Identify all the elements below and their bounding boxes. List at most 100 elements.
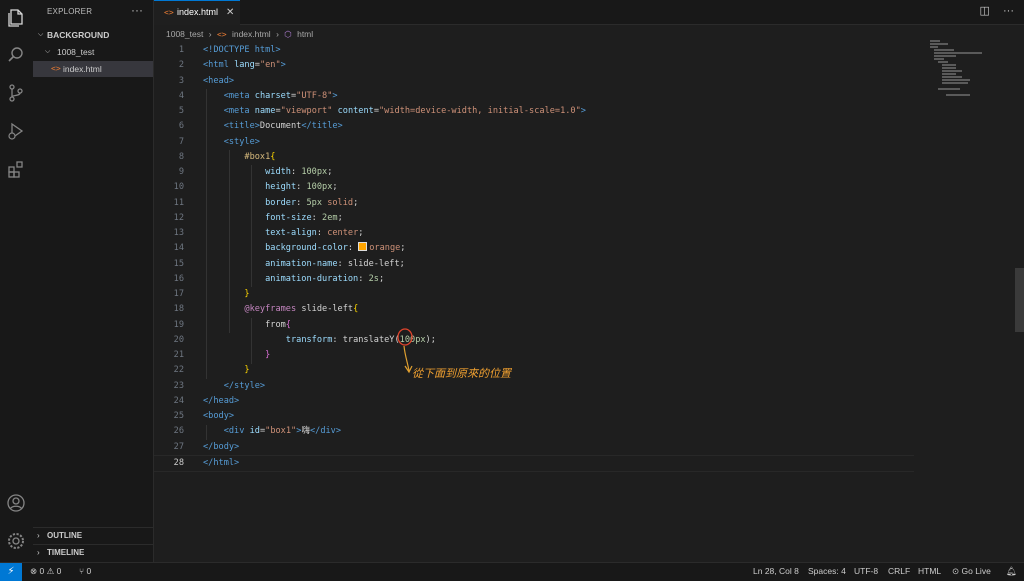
code-token: height [265,182,297,193]
indentation[interactable]: Spaces: 4 [808,563,846,580]
code-token: orange [369,243,401,254]
breadcrumb-folder[interactable]: 1008_test [166,29,203,39]
code-token: width [265,167,291,177]
outline-section[interactable]: › OUTLINE [33,527,153,544]
line-number: 11 [173,197,184,208]
code-token: </body> [203,441,240,452]
broadcast-icon: ⊙ [952,566,960,576]
color-swatch[interactable] [358,242,368,252]
code-token: Document [259,121,302,132]
code-token: ; [399,258,405,269]
ports-icon: ⑂ [79,566,85,576]
code-line: 26 <div id="box1">嗨</div> [154,424,914,439]
code-token: : [358,273,369,284]
run-debug-icon[interactable] [6,121,26,141]
code-token: center [327,228,359,238]
breadcrumb-separator: › [276,29,279,39]
code-token: slide-left [347,258,400,269]
split-editor-icon[interactable]: ◫ [980,5,990,17]
remote-icon[interactable]: ⚡ [0,563,22,581]
outline-label: OUTLINE [47,531,83,540]
code-token: <html [203,60,229,71]
code-line: 10 height: 100px; [154,180,914,195]
vertical-scrollbar[interactable] [1015,268,1024,332]
code-token: : [316,228,328,238]
code-token: <style> [223,136,260,147]
code-token: text-align [265,228,317,238]
search-icon[interactable] [6,45,26,65]
code-token: { [270,151,276,162]
source-control-icon[interactable] [6,83,26,103]
code-token: 嗨 [301,426,310,437]
chevron-right-icon: › [37,531,40,540]
code-token: name [254,106,276,116]
line-number: 5 [178,106,184,116]
line-number: 12 [173,212,184,223]
language-mode[interactable]: HTML [918,563,941,580]
breadcrumb-symbol[interactable]: html [297,29,313,39]
html-file-icon: <> [164,8,174,17]
code-token: ; [358,228,364,238]
html-file-icon: <> [216,30,227,39]
code-token: id [249,426,260,437]
html-file-icon: <> [51,64,61,73]
line-number: 26 [173,426,184,437]
code-editor[interactable]: 1 <!DOCTYPE html> 2 <html lang="en"> 3 <hea… [154,43,914,472]
code-line: 18 @keyframes slide-left{ [154,302,914,317]
line-ending[interactable]: CRLF [888,563,910,580]
more-actions-icon[interactable]: ··· [1003,5,1014,17]
tab-index-html[interactable]: <> index.html ✕ [154,0,240,25]
code-token: ; [430,334,436,345]
code-token: ; [353,197,359,208]
ports-indicator[interactable]: ⑂ 0 [79,563,91,580]
line-number: 2 [178,60,184,71]
encoding[interactable]: UTF-8 [854,563,878,580]
line-number: 7 [178,136,184,147]
code-line: 16 animation-duration: 2s; [154,272,914,287]
minimap[interactable] [930,40,990,100]
chevron-down-icon: ⌵ [45,48,51,55]
go-live-button[interactable]: ⊙ Go Live [952,563,991,580]
breadcrumb: 1008_test › <> index.html › ⬡ html [166,29,316,40]
code-token: background-color [265,243,348,254]
code-line: 11 border: 5px solid; [154,196,914,211]
code-token: <head> [203,75,235,86]
line-number: 15 [173,258,184,269]
code-line: 9 width: 100px; [154,165,914,180]
code-token: #box1 [244,151,271,162]
notifications-icon[interactable]: 🔔︎ [1006,563,1017,580]
folder-1008-test[interactable]: ⌵ 1008_test [33,44,153,60]
code-token: : [347,243,359,254]
code-line: 22 } [154,363,914,378]
line-number: 8 [178,151,184,162]
timeline-section[interactable]: › TIMELINE [33,544,153,561]
breadcrumb-file[interactable]: index.html [232,29,271,39]
code-token: solid [322,197,354,208]
root-folder-label: BACKGROUND [47,30,110,40]
code-token: </html> [203,457,240,468]
cursor-position[interactable]: Ln 28, Col 8 [753,563,799,580]
code-line: 7 <style> [154,135,914,150]
more-actions-icon[interactable]: ··· [131,3,143,17]
problems-indicator[interactable]: ⊗ 0 ⚠ 0 [30,563,61,580]
code-token: border [265,197,297,208]
code-token: font-size [265,212,312,223]
account-icon[interactable] [6,493,26,513]
code-token: : [337,258,348,269]
settings-gear-icon[interactable] [6,531,26,551]
folder-root-background[interactable]: ⌵ BACKGROUND [33,27,153,43]
line-number: 28 [173,457,184,468]
editor-actions: ◫ ··· [980,4,1014,17]
line-number: 19 [173,319,184,330]
code-token: : [296,197,307,208]
file-index-html[interactable]: <> index.html [33,61,153,77]
files-icon[interactable] [6,8,26,28]
code-token: > [280,60,286,71]
code-line: 20 transform: translateY(100px); [154,333,914,348]
extensions-icon[interactable] [6,159,26,179]
code-token: 100px [306,182,333,193]
close-icon[interactable]: ✕ [226,1,234,24]
line-number: 3 [178,75,184,86]
code-line: 6 <title>Document</title> [154,119,914,134]
code-token: "width=device-width, initial-scale=1.0" [379,106,581,116]
